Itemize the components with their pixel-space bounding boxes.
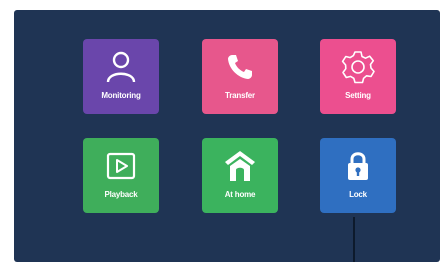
transfer-label: Transfer (225, 91, 255, 100)
lock-label: Lock (349, 190, 367, 199)
phone-icon (222, 49, 258, 85)
setting-tile[interactable]: Setting (320, 39, 396, 114)
playback-tile[interactable]: Playback (83, 138, 159, 213)
play-icon (103, 148, 139, 184)
house-icon (222, 148, 258, 184)
lock-tile[interactable]: Lock (320, 138, 396, 213)
pointer-line (353, 217, 355, 262)
person-icon (103, 49, 139, 85)
at-home-label: At home (224, 190, 256, 199)
playback-label: Playback (104, 190, 138, 199)
lock-icon (340, 148, 376, 184)
gear-icon (340, 49, 376, 85)
setting-label: Setting (345, 91, 371, 100)
monitoring-label: Monitoring (101, 91, 141, 100)
transfer-tile[interactable]: Transfer (202, 39, 278, 114)
at-home-tile[interactable]: At home (202, 138, 278, 213)
monitoring-tile[interactable]: Monitoring (83, 39, 159, 114)
home-screen: Monitoring Transfer Setting Playback At … (14, 10, 440, 262)
